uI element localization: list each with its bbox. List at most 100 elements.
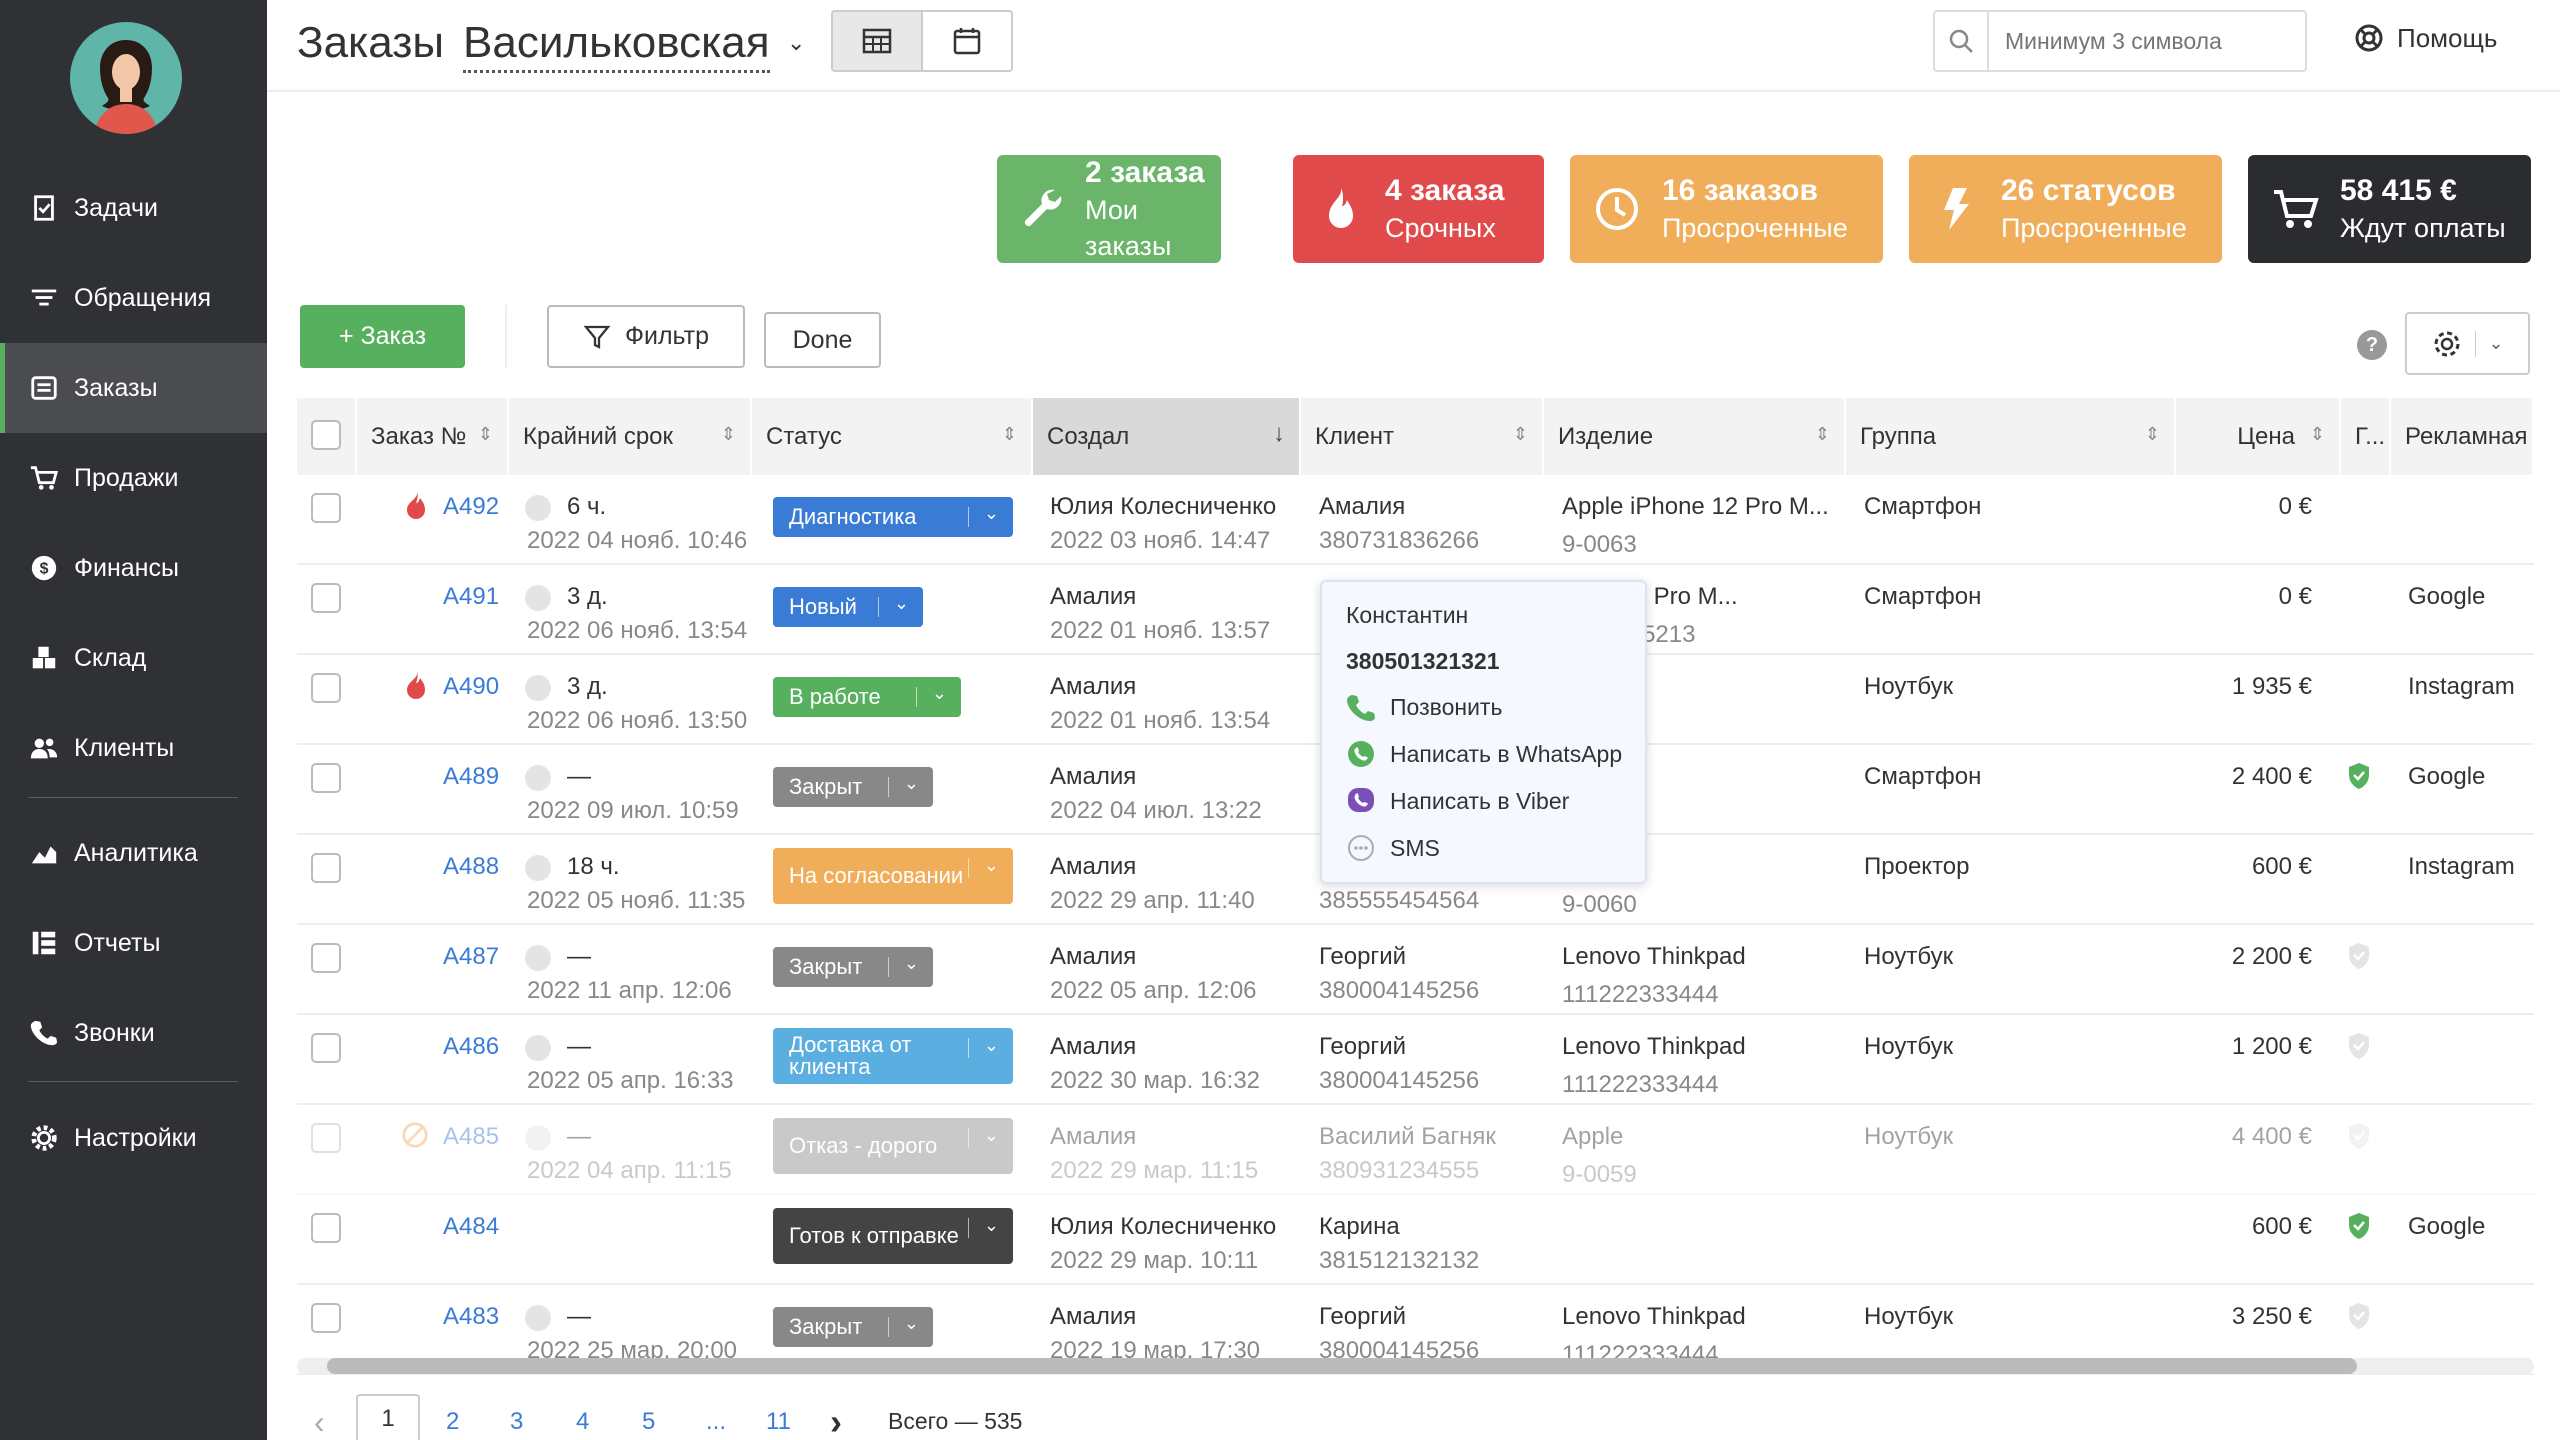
column-warranty[interactable]: Г... (2341, 398, 2391, 475)
page-5[interactable]: 5 (642, 1400, 655, 1440)
help-link[interactable]: Помощь (2353, 22, 2497, 54)
table-row[interactable]: A487 — 2022 11 апр. 12:06 Закрыт ⌄ Амали… (297, 925, 2534, 1015)
search-icon[interactable] (1935, 12, 1989, 70)
chevron-down-icon[interactable]: ⌄ (787, 30, 805, 56)
page-6[interactable]: ... (706, 1400, 726, 1440)
order-number-link[interactable]: A488 (443, 853, 499, 881)
order-number-link[interactable]: A490 (443, 673, 499, 701)
status-dropdown[interactable]: Закрыт ⌄ (773, 767, 933, 807)
client-name[interactable]: Георгий (1319, 1303, 1406, 1331)
calendar-view-button[interactable] (923, 12, 1011, 70)
next-page-button[interactable]: › (830, 1400, 842, 1440)
page-7[interactable]: 11 (766, 1400, 791, 1440)
status-dropdown[interactable]: Закрыт ⌄ (773, 947, 933, 987)
order-number-link[interactable]: A492 (443, 493, 499, 521)
order-number-link[interactable]: A487 (443, 943, 499, 971)
column-ad-campaign[interactable]: Рекламная к (2391, 398, 2534, 475)
order-number-link[interactable]: A484 (443, 1213, 499, 1241)
add-order-button[interactable]: + Заказ (300, 305, 465, 368)
table-row[interactable]: A492 6 ч. 2022 04 нояб. 10:46 Диагностик… (297, 475, 2534, 565)
page-3[interactable]: 3 (510, 1400, 523, 1440)
status-dropdown[interactable]: Готов к отправке ⌄ (773, 1208, 1013, 1264)
filter-button[interactable]: Фильтр (547, 305, 745, 368)
row-checkbox[interactable] (311, 583, 341, 613)
order-number-link[interactable]: A486 (443, 1033, 499, 1061)
status-dropdown[interactable]: Диагностика ⌄ (773, 497, 1013, 537)
sidebar-item-4[interactable]: $ Финансы (0, 523, 267, 613)
status-dropdown[interactable]: На согласовании ⌄ (773, 848, 1013, 904)
popup-phone[interactable]: 380501321321 (1346, 648, 1500, 675)
column-item[interactable]: Изделие ⇕ (1544, 398, 1846, 475)
page-1[interactable]: 1 (356, 1394, 420, 1440)
scrollbar-thumb[interactable] (327, 1358, 2357, 1374)
status-dropdown[interactable]: Отказ - дорого ⌄ (773, 1118, 1013, 1174)
branch-selector[interactable]: Васильковская (463, 18, 770, 73)
avatar[interactable] (70, 22, 182, 134)
table-row[interactable]: A486 — 2022 05 апр. 16:33 Доставка от кл… (297, 1015, 2534, 1105)
row-checkbox[interactable] (311, 1123, 341, 1153)
row-checkbox[interactable] (311, 673, 341, 703)
row-checkbox[interactable] (311, 943, 341, 973)
status-dropdown[interactable]: Новый ⌄ (773, 587, 923, 627)
status-dropdown[interactable]: Закрыт ⌄ (773, 1307, 933, 1347)
sidebar-item-8[interactable]: Отчеты (0, 898, 267, 988)
table-settings-button[interactable]: ⌄ (2405, 312, 2530, 375)
chevron-down-icon[interactable]: ⌄ (2488, 333, 2503, 354)
sidebar-item-1[interactable]: Обращения (0, 253, 267, 343)
card-urgent[interactable]: 4 заказа Срочных (1293, 155, 1544, 263)
sidebar-item-2[interactable]: Заказы (0, 343, 267, 433)
client-phone[interactable]: 380931234555 (1319, 1157, 1479, 1185)
sidebar-item-10[interactable]: Настройки (0, 1093, 267, 1183)
client-name[interactable]: Георгий (1319, 943, 1406, 971)
sidebar-item-0[interactable]: Задачи (0, 163, 267, 253)
client-name[interactable]: Амалия (1319, 493, 1405, 521)
client-name[interactable]: Василий Багняк (1319, 1123, 1496, 1151)
table-row[interactable]: A484 Готов к отправке ⌄ Юлия Колесниченк… (297, 1195, 2534, 1285)
row-checkbox[interactable] (311, 493, 341, 523)
order-number-link[interactable]: A491 (443, 583, 499, 611)
page-4[interactable]: 4 (576, 1400, 589, 1440)
sidebar-item-7[interactable]: Аналитика (0, 808, 267, 898)
client-phone[interactable]: 380731836266 (1319, 527, 1479, 555)
done-button[interactable]: Done (764, 312, 881, 368)
page-2[interactable]: 2 (446, 1400, 459, 1440)
row-checkbox[interactable] (311, 853, 341, 883)
prev-page-button[interactable]: ‹ (314, 1400, 325, 1440)
select-all-checkbox[interactable] (311, 420, 341, 450)
sms-option[interactable]: SMS (1346, 833, 1440, 863)
status-dropdown[interactable]: В работе ⌄ (773, 677, 961, 717)
help-question-icon[interactable]: ? (2357, 330, 2387, 360)
client-phone[interactable]: 385555454564 (1319, 887, 1479, 915)
client-name[interactable]: Карина (1319, 1213, 1400, 1241)
row-checkbox[interactable] (311, 763, 341, 793)
column-status[interactable]: Статус ⇕ (752, 398, 1033, 475)
order-number-link[interactable]: A485 (443, 1123, 499, 1151)
column-deadline[interactable]: Крайний срок ⇕ (509, 398, 752, 475)
column-group[interactable]: Группа ⇕ (1846, 398, 2176, 475)
card-awaiting-payment[interactable]: 58 415 € Ждут оплаты (2248, 155, 2531, 263)
order-number-link[interactable]: A489 (443, 763, 499, 791)
row-checkbox[interactable] (311, 1033, 341, 1063)
client-phone[interactable]: 380004145256 (1319, 1067, 1479, 1095)
column-created-by[interactable]: Создал ↓ (1033, 398, 1301, 475)
column-client[interactable]: Клиент ⇕ (1301, 398, 1544, 475)
table-view-button[interactable] (833, 12, 923, 70)
sidebar-item-6[interactable]: Клиенты (0, 703, 267, 793)
table-row[interactable]: A485 — 2022 04 апр. 11:15 Отказ - дорого… (297, 1105, 2534, 1195)
status-dropdown[interactable]: Доставка от клиента ⌄ (773, 1028, 1013, 1084)
viber-option[interactable]: Написать в Viber (1346, 786, 1569, 816)
row-checkbox[interactable] (311, 1213, 341, 1243)
column-order-number[interactable]: Заказ № ⇕ (357, 398, 509, 475)
client-phone[interactable]: 381512132132 (1319, 1247, 1479, 1275)
card-my-orders[interactable]: 2 заказа Мои заказы (997, 155, 1221, 263)
search-input[interactable] (1989, 27, 2289, 55)
card-overdue-statuses[interactable]: 26 статусов Просроченные (1909, 155, 2222, 263)
sidebar-item-9[interactable]: Звонки (0, 988, 267, 1078)
call-option[interactable]: Позвонить (1346, 692, 1502, 722)
client-name[interactable]: Георгий (1319, 1033, 1406, 1061)
column-price[interactable]: Цена ⇕ (2176, 398, 2341, 475)
sidebar-item-5[interactable]: Склад (0, 613, 267, 703)
row-checkbox[interactable] (311, 1303, 341, 1333)
card-overdue-orders[interactable]: 16 заказов Просроченные (1570, 155, 1883, 263)
whatsapp-option[interactable]: Написать в WhatsApp (1346, 739, 1622, 769)
